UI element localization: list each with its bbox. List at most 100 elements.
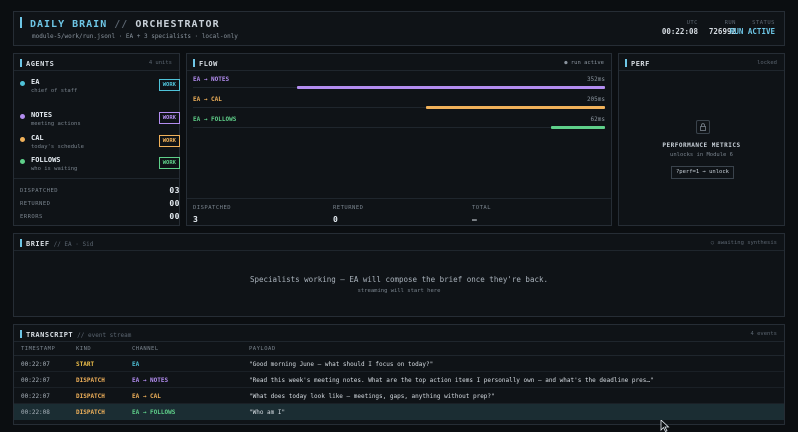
header-bar: DAILY BRAIN // ORCHESTRATOR module-5/wor… bbox=[13, 11, 785, 46]
agent-follows-status-dot bbox=[20, 159, 25, 164]
agent-ea-desc: chief of staff bbox=[31, 88, 78, 94]
flow-stat-returned-label: RETURNED bbox=[333, 205, 364, 211]
row-timestamp: 00:22:08 bbox=[21, 409, 50, 416]
table-row-active[interactable]: 00:22:08 DISPATCH EA → FOLLOWS "Who am I… bbox=[14, 404, 784, 420]
perf-unlock-button[interactable]: ?perf=1 → unlock bbox=[671, 166, 734, 179]
col-kind: KIND bbox=[76, 346, 92, 352]
flow-stat-dispatched-label: DISPATCHED bbox=[193, 205, 232, 211]
agent-cal-status-dot bbox=[20, 137, 25, 142]
flow-run-status: ● run active bbox=[564, 60, 604, 66]
row-kind: DISPATCH bbox=[76, 393, 105, 400]
agent-cal-badge: WORK bbox=[158, 135, 180, 147]
agents-title: AGENTS bbox=[26, 60, 55, 68]
title-accent: DAILY BRAIN bbox=[30, 19, 108, 30]
counter-dispatched-value: 03 bbox=[169, 186, 180, 195]
agent-follows-desc: who is waiting bbox=[31, 166, 78, 172]
flow-notes-label: EA → NOTES bbox=[193, 76, 230, 83]
stat-status: STATUS RUN ACTIVE bbox=[730, 20, 775, 36]
agent-notes-status-dot bbox=[20, 114, 25, 119]
table-row[interactable]: 00:22:07 START EA "Good morning June — w… bbox=[14, 356, 784, 372]
run-meta: module-5/work/run.jsonl · EA + 3 special… bbox=[32, 33, 238, 40]
col-channel: CHANNEL bbox=[132, 346, 159, 352]
row-payload: "Read this week's meeting notes. What ar… bbox=[249, 377, 654, 384]
col-timestamp: TIMESTAMP bbox=[21, 346, 56, 352]
brief-header: BRIEF// EA · Sid bbox=[20, 239, 93, 248]
stat-status-label: STATUS bbox=[752, 20, 775, 26]
flow-header-bar bbox=[193, 59, 195, 67]
counter-returned-value: 00 bbox=[169, 199, 180, 208]
app-title: DAILY BRAIN // ORCHESTRATOR bbox=[20, 17, 220, 30]
flow-header: FLOW bbox=[193, 59, 218, 68]
flow-stat-total-value: — bbox=[472, 215, 477, 224]
flow-stat-dispatched: DISPATCHED 3 bbox=[193, 205, 231, 224]
counter-returned-label: RETURNED bbox=[20, 201, 51, 207]
row-kind: DISPATCH bbox=[76, 409, 105, 416]
brief-status: ○ awaiting synthesis bbox=[710, 240, 777, 246]
perf-subtext: unlocks in Module 6 bbox=[670, 152, 733, 158]
agent-notes[interactable]: NOTES meeting actions WORK bbox=[20, 110, 180, 130]
counter-errors-value: 00 bbox=[169, 212, 180, 221]
perf-title: PERF bbox=[631, 60, 650, 68]
flow-stat-total: TOTAL — bbox=[472, 205, 491, 224]
brief-header-bar bbox=[20, 239, 22, 247]
row-channel: EA → FOLLOWS bbox=[132, 409, 176, 416]
brief-hint: streaming will start here bbox=[357, 288, 441, 294]
agent-ea-badge: WORK bbox=[158, 79, 180, 91]
perf-heading: PERFORMANCE METRICS bbox=[662, 142, 741, 149]
brief-title: BRIEF bbox=[26, 240, 50, 248]
perf-header-bar bbox=[625, 59, 627, 67]
table-row[interactable]: 00:22:07 DISPATCH EA → CAL "What does to… bbox=[14, 388, 784, 404]
counter-errors: ERRORS 00 bbox=[20, 212, 180, 221]
agent-ea-name: EA bbox=[31, 78, 40, 86]
counter-errors-label: ERRORS bbox=[20, 214, 43, 220]
flow-title: FLOW bbox=[199, 60, 218, 68]
agent-notes-name: NOTES bbox=[31, 111, 53, 119]
row-timestamp: 00:22:07 bbox=[21, 361, 50, 368]
agents-header-bar bbox=[20, 59, 22, 67]
row-payload: "Good morning June — what should I focus… bbox=[249, 361, 434, 368]
perf-state: locked bbox=[757, 60, 777, 66]
transcript-subtitle: // event stream bbox=[77, 332, 132, 339]
agents-panel: AGENTS 4 units EA chief of staff WORK NO… bbox=[13, 53, 180, 226]
agent-notes-desc: meeting actions bbox=[31, 121, 81, 127]
col-payload: PAYLOAD bbox=[249, 346, 276, 352]
flow-stat-returned-value: 0 bbox=[333, 215, 338, 224]
flow-stat-dispatched-value: 3 bbox=[193, 215, 198, 224]
table-row[interactable]: 00:22:07 DISPATCH EA → NOTES "Read this … bbox=[14, 372, 784, 388]
counter-returned: RETURNED 00 bbox=[20, 199, 180, 208]
agent-ea[interactable]: EA chief of staff WORK bbox=[20, 77, 180, 97]
counter-dispatched: DISPATCHED 03 bbox=[20, 186, 180, 195]
counter-dispatched-label: DISPATCHED bbox=[20, 188, 59, 194]
agent-ea-status-dot bbox=[20, 81, 25, 86]
mouse-cursor-icon bbox=[660, 420, 670, 432]
agent-follows-badge: WORK bbox=[158, 157, 180, 169]
transcript-header: TRANSCRIPT// event stream bbox=[20, 330, 131, 339]
transcript-title: TRANSCRIPT bbox=[26, 331, 74, 339]
lock-icon bbox=[696, 120, 710, 134]
row-timestamp: 00:22:07 bbox=[21, 393, 50, 400]
row-kind: DISPATCH bbox=[76, 377, 105, 384]
row-payload: "What does today look like — meetings, g… bbox=[249, 393, 495, 400]
transcript-header-bar bbox=[20, 330, 22, 338]
agents-count: 4 units bbox=[148, 60, 172, 66]
brief-panel: BRIEF// EA · Sid ○ awaiting synthesis Sp… bbox=[13, 233, 785, 317]
flow-follows-track bbox=[193, 127, 605, 128]
row-channel: EA → CAL bbox=[132, 393, 161, 400]
flow-follows-bar bbox=[550, 126, 605, 129]
row-kind: START bbox=[76, 361, 95, 368]
flow-follows-label: EA → FOLLOWS bbox=[193, 116, 237, 123]
transcript-count: 4 events bbox=[750, 331, 778, 337]
perf-header: PERF bbox=[625, 59, 650, 68]
agent-follows-name: FOLLOWS bbox=[31, 156, 61, 164]
flow-panel: FLOW ● run active EA → NOTES 352ms EA → … bbox=[186, 53, 612, 226]
flow-stat-returned: RETURNED 0 bbox=[333, 205, 364, 224]
agent-follows[interactable]: FOLLOWS who is waiting WORK bbox=[20, 155, 180, 175]
title-separator: // bbox=[114, 19, 129, 30]
agent-cal[interactable]: CAL today's schedule WORK bbox=[20, 133, 180, 153]
row-channel: EA → NOTES bbox=[132, 377, 169, 384]
row-channel: EA bbox=[132, 361, 140, 368]
flow-cal-latency: 205ms bbox=[586, 96, 605, 103]
flow-stat-total-label: TOTAL bbox=[472, 205, 492, 211]
stat-utc-value: 00:22:08 bbox=[661, 27, 698, 36]
row-payload: "Who am I" bbox=[249, 409, 286, 416]
